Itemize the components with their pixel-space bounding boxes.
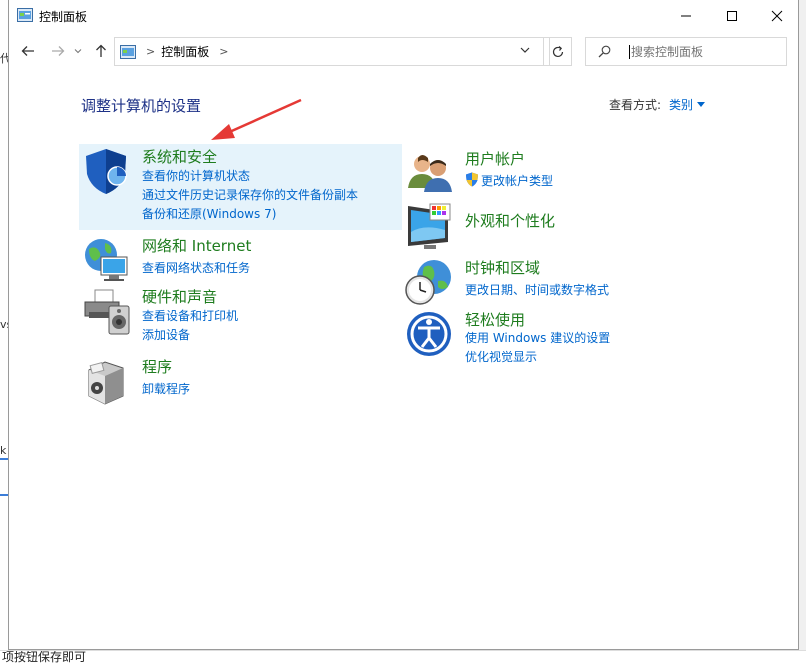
link-devices-printers[interactable]: 查看设备和打印机 <box>142 307 238 324</box>
category-ease-of-access[interactable]: 轻松使用 使用 Windows 建议的设置 优化视觉显示 <box>402 307 732 365</box>
address-bar[interactable]: > 控制面板 > <box>114 37 550 66</box>
link-view-computer-status[interactable]: 查看你的计算机状态 <box>142 167 250 184</box>
window-title: 控制面板 <box>39 10 88 24</box>
close-button[interactable] <box>754 0 800 31</box>
category-network-internet[interactable]: 网络和 Internet 查看网络状态和任务 <box>79 233 402 281</box>
link-optimize-visual-display[interactable]: 优化视觉显示 <box>465 348 537 365</box>
minimize-button[interactable] <box>663 0 709 31</box>
category-appearance[interactable]: 外观和个性化 <box>402 200 732 250</box>
navigation-bar: > 控制面板 > <box>9 36 798 68</box>
forward-button[interactable] <box>47 40 69 62</box>
view-by-control: 查看方式: 类别 <box>609 96 706 113</box>
maximize-button[interactable] <box>709 0 755 31</box>
shield-icon <box>86 149 127 194</box>
clock-globe-icon <box>405 260 451 305</box>
category-programs[interactable]: 程序 卸载程序 <box>79 354 402 405</box>
arrow-left-icon <box>21 46 34 56</box>
category-system-security[interactable]: 系统和安全 查看你的计算机状态 通过文件历史记录保存你的文件备份副本 备份和还原… <box>79 144 402 230</box>
control-panel-window: 控制面板 > 控制面板 > 搜索控制面板 调整计算机的设置 查看方式: 类别 系… <box>8 0 799 650</box>
page-title: 调整计算机的设置 <box>81 97 202 115</box>
link-uninstall-program[interactable]: 卸载程序 <box>142 380 190 397</box>
arrow-right-icon <box>52 46 65 56</box>
network-globe-icon <box>85 239 128 281</box>
link-network-status[interactable]: 查看网络状态和任务 <box>142 259 250 276</box>
chevron-down-icon <box>74 49 82 54</box>
chevron-down-icon[interactable] <box>519 44 531 56</box>
minimize-icon <box>681 15 691 16</box>
category-title[interactable]: 网络和 Internet <box>142 235 251 256</box>
link-backup-restore[interactable]: 备份和还原(Windows 7) <box>142 205 276 222</box>
title-bar: 控制面板 <box>9 0 798 31</box>
control-panel-icon <box>17 8 33 22</box>
search-box[interactable] <box>585 37 787 66</box>
category-title[interactable]: 硬件和声音 <box>142 286 217 307</box>
background-divider <box>0 458 8 460</box>
search-icon <box>598 45 611 58</box>
users-icon <box>408 155 452 192</box>
maximize-icon <box>727 10 737 21</box>
appearance-monitor-icon <box>408 203 451 249</box>
up-button[interactable] <box>90 40 112 62</box>
view-by-dropdown[interactable]: 类别 <box>669 98 693 112</box>
breadcrumb-separator[interactable]: > <box>146 45 155 58</box>
background-window-edge <box>0 0 8 663</box>
category-title[interactable]: 时钟和区域 <box>465 257 540 278</box>
link-file-history-backup[interactable]: 通过文件历史记录保存你的文件备份副本 <box>142 186 358 203</box>
category-title[interactable]: 系统和安全 <box>142 146 217 167</box>
category-hardware-sound[interactable]: 硬件和声音 查看设备和打印机 添加设备 <box>79 284 402 342</box>
background-divider <box>0 494 8 496</box>
link-add-device[interactable]: 添加设备 <box>142 326 190 343</box>
category-user-accounts[interactable]: 用户帐户 更改帐户类型 <box>402 146 732 194</box>
category-clock-region[interactable]: 时钟和区域 更改日期、时间或数字格式 <box>402 255 732 305</box>
recent-locations-button[interactable] <box>71 40 85 62</box>
refresh-icon <box>552 45 563 57</box>
breadcrumb-separator[interactable]: > <box>219 45 228 58</box>
caret-down-icon[interactable] <box>697 102 706 107</box>
link-change-date-time[interactable]: 更改日期、时间或数字格式 <box>465 281 609 298</box>
uac-shield-icon <box>466 172 478 187</box>
control-panel-icon <box>120 44 136 59</box>
background-text: k <box>0 444 7 457</box>
link-recommended-settings[interactable]: 使用 Windows 建议的设置 <box>465 329 610 346</box>
category-title[interactable]: 外观和个性化 <box>465 210 555 231</box>
close-icon <box>771 10 783 21</box>
background-text: 项按钮保存即可 <box>0 650 806 663</box>
view-by-label: 查看方式: <box>609 98 662 112</box>
ease-of-access-icon <box>407 312 451 356</box>
category-title[interactable]: 程序 <box>142 356 172 377</box>
category-title[interactable]: 轻松使用 <box>465 309 525 330</box>
category-title[interactable]: 用户帐户 <box>465 148 525 169</box>
search-input[interactable] <box>629 44 779 59</box>
arrow-up-icon <box>96 44 106 57</box>
link-change-account-type[interactable]: 更改帐户类型 <box>481 172 553 189</box>
printer-icon <box>84 289 130 335</box>
refresh-button[interactable] <box>543 37 572 66</box>
breadcrumb-control-panel[interactable]: 控制面板 <box>161 43 209 60</box>
programs-box-icon <box>88 361 124 405</box>
back-button[interactable] <box>17 40 39 62</box>
